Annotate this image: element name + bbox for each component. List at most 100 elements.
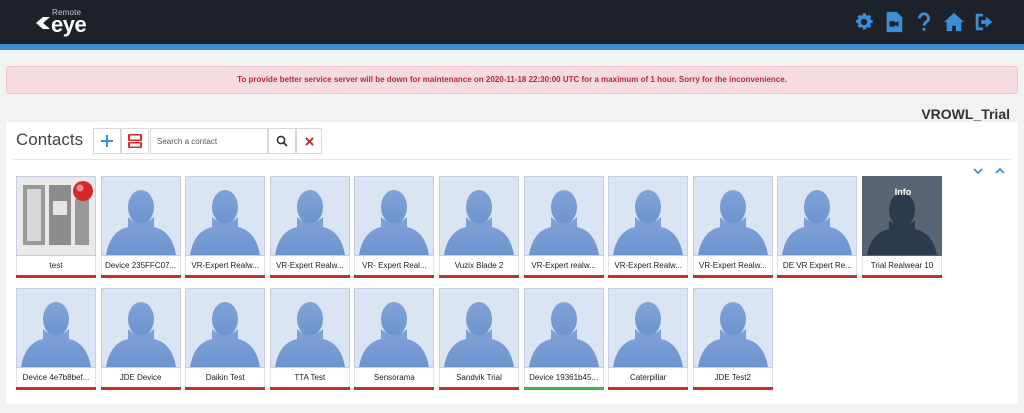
gear-icon[interactable] — [852, 10, 876, 34]
help-icon[interactable] — [912, 10, 936, 34]
collapse-up-button[interactable] — [993, 164, 1007, 178]
contact-name: test — [16, 256, 96, 275]
contact-status-bar — [523, 387, 604, 390]
contact-card[interactable]: VR-Expert realw... — [523, 176, 604, 279]
contact-name: Sandvik Trial — [439, 368, 519, 387]
contact-name: JDE Test2 — [692, 368, 773, 387]
contact-card[interactable]: VR-Expert Realw... — [692, 176, 773, 279]
contact-avatar — [608, 176, 689, 256]
contact-avatar — [16, 288, 96, 368]
contact-card[interactable]: VR-Expert Realw... — [608, 176, 689, 279]
contact-card[interactable]: Sandvik Trial — [439, 288, 519, 391]
contact-status-bar — [777, 275, 858, 278]
logo-big-text: eye — [51, 12, 87, 37]
contact-card[interactable]: Caterpillar — [608, 288, 689, 391]
contact-name: Device 4e7b8bef... — [16, 368, 96, 387]
home-icon[interactable] — [942, 10, 966, 34]
contact-avatar — [100, 176, 181, 256]
search-contact-input[interactable] — [150, 128, 268, 154]
contact-avatar — [439, 288, 519, 368]
contact-avatar — [523, 176, 604, 256]
contact-card[interactable]: Device 235FFC07... — [100, 176, 181, 279]
collapse-down-button[interactable] — [971, 164, 985, 178]
contact-status-bar — [608, 387, 689, 390]
contact-card[interactable]: Daikin Test — [185, 288, 266, 391]
contact-card[interactable]: TTA Test — [269, 288, 350, 391]
contact-card[interactable]: Vuzix Blade 2 — [439, 176, 519, 279]
contact-name: JDE Device — [100, 368, 181, 387]
contact-card[interactable]: test — [16, 176, 96, 279]
chevron-up-icon — [995, 167, 1005, 174]
contact-avatar — [185, 176, 266, 256]
top-toolbar — [852, 8, 996, 36]
search-icon — [276, 135, 288, 147]
contact-avatar — [269, 288, 350, 368]
contact-name: Caterpillar — [608, 368, 689, 387]
contact-card[interactable]: Sensorama — [354, 288, 435, 391]
account-name: VROWL_Trial — [921, 106, 1010, 122]
contact-name: VR-Expert realw... — [523, 256, 604, 275]
info-label[interactable]: Info — [863, 187, 941, 197]
contact-name: TTA Test — [269, 368, 350, 387]
contact-status-bar — [523, 275, 604, 278]
logo-mark-icon — [36, 17, 50, 29]
contact-name: Device 235FFC07... — [100, 256, 181, 275]
panel-divider — [12, 159, 1012, 160]
contact-avatar — [16, 176, 96, 256]
contact-avatar — [100, 288, 181, 368]
contact-card[interactable]: Device 4e7b8bef... — [16, 288, 96, 391]
contact-status-bar — [100, 387, 181, 390]
contact-avatar — [185, 288, 266, 368]
contact-avatar — [269, 176, 350, 256]
contact-avatar — [354, 176, 435, 256]
contact-card[interactable]: VR-Expert Realw... — [185, 176, 266, 279]
contact-avatar: Info — [862, 176, 942, 256]
contact-avatar — [608, 288, 689, 368]
contact-name: Vuzix Blade 2 — [439, 256, 519, 275]
contact-name: VR-Expert Realw... — [185, 256, 266, 275]
contact-status-bar — [100, 275, 181, 278]
contact-avatar — [692, 176, 773, 256]
contact-avatar — [354, 288, 435, 368]
youtube-button[interactable] — [121, 128, 149, 154]
contact-card[interactable]: VR- Expert Real... — [354, 176, 435, 279]
contact-avatar — [777, 176, 858, 256]
contact-name: Trial Realwear 10 — [862, 256, 942, 275]
contact-status-bar — [269, 275, 350, 278]
clear-search-button[interactable] — [296, 128, 322, 154]
contact-name: Device 19361b45... — [523, 368, 604, 387]
logout-icon[interactable] — [972, 10, 996, 34]
contact-avatar — [523, 288, 604, 368]
contact-status-bar — [354, 387, 435, 390]
contact-status-bar — [185, 387, 266, 390]
contact-card[interactable]: VR-Expert Realw... — [269, 176, 350, 279]
chevron-down-icon — [973, 168, 983, 175]
contact-avatar — [439, 176, 519, 256]
contact-status-bar — [692, 387, 773, 390]
top-bar: Remote eye — [0, 0, 1024, 44]
contacts-panel: Contacts testDevice 235FFC07...VR-Expert… — [6, 122, 1018, 404]
youtube-icon — [128, 134, 142, 148]
contact-status-bar — [354, 275, 435, 278]
video-file-icon[interactable] — [882, 10, 906, 34]
contact-card[interactable]: JDE Test2 — [692, 288, 773, 391]
contacts-title: Contacts — [16, 130, 84, 149]
app-logo[interactable]: Remote eye — [34, 8, 104, 36]
search-button[interactable] — [268, 128, 296, 154]
contact-name: VR-Expert Realw... — [692, 256, 773, 275]
contact-name: DE VR Expert Re... — [777, 256, 858, 275]
maintenance-alert: To provide better service server will be… — [6, 66, 1018, 94]
contact-status-bar — [16, 275, 96, 278]
add-contact-button[interactable] — [93, 128, 121, 154]
contact-card[interactable]: DE VR Expert Re... — [777, 176, 858, 279]
contact-status-bar — [269, 387, 350, 390]
close-icon — [304, 136, 314, 146]
accent-strip — [0, 44, 1024, 50]
contact-name: VR- Expert Real... — [354, 256, 435, 275]
contact-name: Daikin Test — [185, 368, 266, 387]
contact-status-bar — [439, 387, 519, 390]
contact-card[interactable]: Device 19361b45... — [523, 288, 604, 391]
contact-card[interactable]: JDE Device — [100, 288, 181, 391]
contact-status-bar — [862, 275, 942, 278]
contact-card[interactable]: Info Trial Realwear 10 — [862, 176, 942, 279]
